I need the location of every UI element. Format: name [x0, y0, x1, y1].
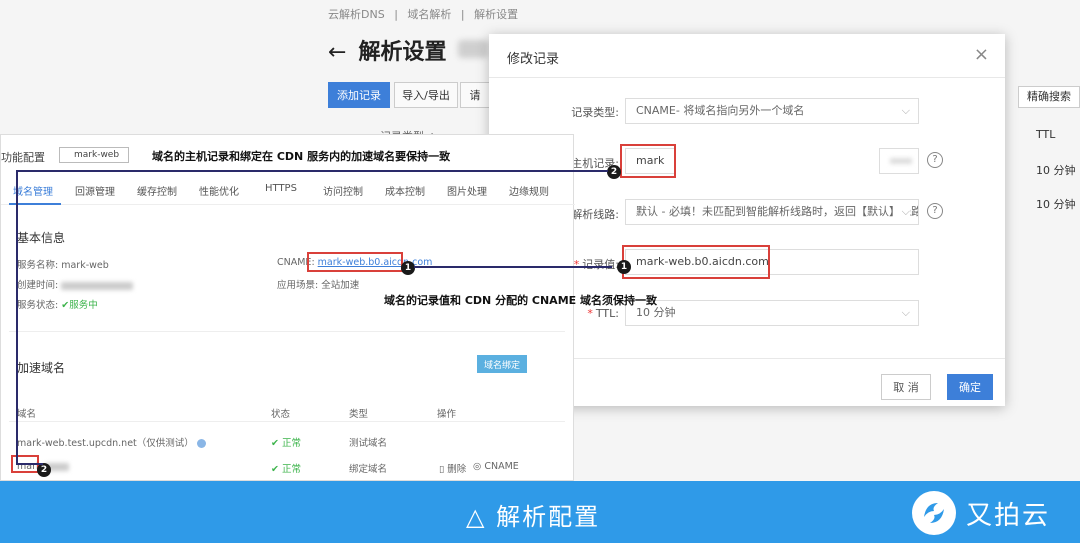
- ttl-select[interactable]: 10 分钟 ⌵: [625, 300, 919, 326]
- tab-performance[interactable]: 性能优化: [199, 183, 239, 198]
- annotation-value-note: 域名的记录值和 CDN 分配的 CNAME 域名须保持一致: [384, 294, 657, 307]
- breadcrumb-item[interactable]: 云解析DNS: [328, 8, 385, 21]
- chevron-down-icon: ⌵: [901, 104, 910, 117]
- annotation-host-note: 域名的主机记录和绑定在 CDN 服务内的加速域名要保持一致: [152, 150, 451, 163]
- tab-https[interactable]: HTTPS: [265, 183, 297, 194]
- trash-icon: ▯: [439, 464, 445, 475]
- accel-domain-heading: 加速域名: [17, 361, 66, 375]
- cancel-button[interactable]: 取 消: [881, 374, 931, 400]
- caption-bar: △ 解析配置 又拍云: [0, 481, 1080, 543]
- column-header-type: 类型: [349, 409, 369, 420]
- tab-image[interactable]: 图片处理: [447, 183, 487, 198]
- search-mode-select[interactable]: 精确搜索: [1018, 86, 1080, 108]
- scenario-info: 应用场景: 全站加速: [277, 280, 360, 291]
- highlight-bound-domain: [11, 455, 39, 473]
- check-icon: ✔: [271, 438, 279, 449]
- table-row: mark-web.test.upcdn.net（仅供测试）: [17, 435, 206, 449]
- ttl-cell: 10 分钟: [1036, 164, 1076, 177]
- record-type-select[interactable]: CNAME- 将域名指向另外一个域名 ⌵: [625, 98, 919, 124]
- status-badge: ✔ 正常: [271, 438, 302, 449]
- brand-name: 又拍云: [966, 501, 1051, 531]
- upyun-logo-icon: [912, 491, 956, 535]
- service-select[interactable]: mark-web: [59, 147, 129, 163]
- badge-1: 1: [401, 261, 415, 275]
- column-header-action: 操作: [437, 409, 457, 420]
- chevron-down-icon: ⌵: [901, 306, 910, 319]
- logo-mark: [924, 503, 944, 523]
- highlight-cname: [307, 252, 403, 272]
- service-status: 服务状态: ✔服务中: [17, 300, 98, 311]
- resolution-line-select[interactable]: 默认 - 必填！未匹配到智能解析线路时，返回【默认】线路... ⌵: [625, 199, 919, 225]
- help-icon[interactable]: ?: [927, 203, 943, 219]
- check-icon: ✔: [61, 300, 70, 311]
- add-record-button[interactable]: 添加记录: [328, 82, 390, 108]
- divider: [9, 331, 565, 332]
- tab-bar: 域名管理 回源管理 缓存控制 性能优化 HTTPS 访问控制 成本控制 图片处理…: [1, 175, 575, 205]
- tab-origin[interactable]: 回源管理: [75, 183, 115, 198]
- tab-cost[interactable]: 成本控制: [385, 183, 425, 198]
- active-tab-indicator: [9, 203, 61, 205]
- dialog-header: 修改记录 ×: [489, 34, 1005, 78]
- column-header-ttl: TTL: [1036, 128, 1056, 141]
- delete-action[interactable]: ▯ 删除: [439, 461, 466, 475]
- tab-domain-management[interactable]: 域名管理: [13, 183, 53, 198]
- breadcrumb: 云解析DNS | 域名解析 | 解析设置: [328, 8, 519, 21]
- back-arrow-icon[interactable]: ←: [328, 40, 346, 65]
- breadcrumb-item: 解析设置: [474, 8, 519, 21]
- tab-cache[interactable]: 缓存控制: [137, 183, 177, 198]
- info-icon[interactable]: [196, 439, 206, 448]
- service-name: 服务名称: mark-web: [17, 260, 109, 271]
- page-title: ← 解析设置: [328, 40, 447, 65]
- status-badge: ✔ 正常: [271, 464, 302, 475]
- record-type-label: 记录类型:: [571, 106, 619, 119]
- column-header-status: 状态: [271, 409, 291, 420]
- badge-1: 1: [617, 260, 631, 274]
- help-icon[interactable]: ?: [927, 152, 943, 168]
- domain-suffix: [879, 148, 919, 174]
- ttl-cell: 10 分钟: [1036, 198, 1076, 211]
- bind-domain-button[interactable]: 域名绑定: [477, 355, 527, 373]
- highlight-host-record: [620, 144, 676, 178]
- check-icon: ✔: [271, 464, 279, 475]
- badge-2: 2: [37, 463, 51, 477]
- import-export-button[interactable]: 导入/导出: [394, 82, 458, 108]
- tab-edge-rules[interactable]: 边缘规则: [509, 183, 549, 198]
- type-cell: 测试域名: [349, 438, 388, 449]
- badge-2: 2: [607, 165, 621, 179]
- highlight-record-value: [622, 245, 770, 279]
- divider: [9, 421, 565, 422]
- confirm-button[interactable]: 确定: [947, 374, 993, 400]
- config-label: 功能配置: [1, 151, 45, 164]
- chevron-down-icon: ⌵: [897, 200, 910, 224]
- basic-info-heading: 基本信息: [17, 231, 66, 245]
- column-header-domain: 域名: [17, 409, 37, 420]
- tab-access[interactable]: 访问控制: [323, 183, 363, 198]
- caption-title: △ 解析配置: [466, 503, 601, 531]
- type-cell: 绑定域名: [349, 464, 388, 475]
- breadcrumb-item[interactable]: 域名解析: [407, 8, 451, 21]
- dialog-title: 修改记录: [507, 52, 560, 67]
- created-time: 创建时间:: [17, 277, 134, 291]
- cname-action[interactable]: ◎ CNAME: [473, 461, 519, 472]
- copy-icon: ◎: [473, 461, 482, 472]
- close-icon[interactable]: ×: [974, 44, 989, 65]
- more-button[interactable]: 请: [460, 82, 490, 108]
- blurred-domain: [458, 40, 488, 58]
